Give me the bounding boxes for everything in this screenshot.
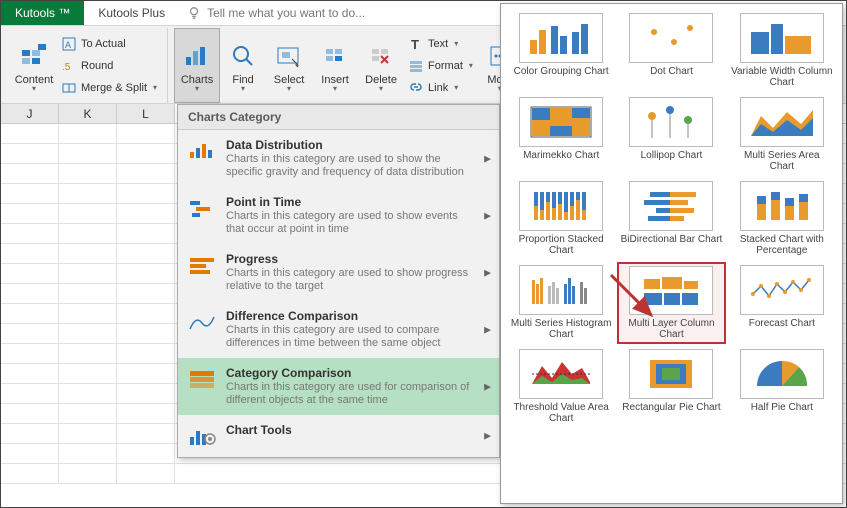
gallery-marimekko[interactable]: Marimekko Chart (507, 94, 615, 176)
col-header[interactable]: L (117, 104, 175, 123)
progress-icon (186, 252, 220, 278)
tab-kutools-plus[interactable]: Kutools Plus (84, 1, 179, 25)
round-button[interactable]: .5Round (57, 57, 161, 75)
lightbulb-icon (187, 6, 201, 20)
text-icon: T (408, 36, 424, 52)
format-button[interactable]: Format▾ (404, 57, 477, 75)
gallery-forecast[interactable]: Forecast Chart (728, 262, 836, 344)
dd-difference-comparison[interactable]: Difference ComparisonCharts in this cate… (178, 301, 499, 358)
svg-text:T: T (411, 37, 419, 51)
gallery-dot-chart[interactable]: Dot Chart (617, 10, 725, 92)
point-in-time-icon (186, 195, 220, 221)
difference-icon (186, 309, 220, 335)
link-icon (408, 80, 424, 96)
dd-point-in-time[interactable]: Point in TimeCharts in this category are… (178, 187, 499, 244)
gallery-threshold-area[interactable]: Threshold Value Area Chart (507, 346, 615, 428)
chart-tools-icon (186, 423, 220, 449)
gallery-multi-series-histogram[interactable]: Multi Series Histogram Chart (507, 262, 615, 344)
find-icon (230, 43, 256, 69)
category-comparison-icon (186, 366, 220, 392)
delete-icon (368, 43, 394, 69)
dd-data-distribution[interactable]: Data DistributionCharts in this category… (178, 130, 499, 187)
select-button[interactable]: Select▾ (266, 28, 312, 103)
link-button[interactable]: Link▾ (404, 79, 477, 97)
delete-button[interactable]: Delete▾ (358, 28, 404, 103)
svg-text:.5: .5 (62, 62, 71, 73)
gallery-multi-series-area[interactable]: Multi Series Area Chart (728, 94, 836, 176)
charts-gallery: Color Grouping Chart Dot Chart Variable … (500, 3, 843, 504)
gallery-multi-layer-column[interactable]: Multi Layer Column Chart (617, 262, 725, 344)
dropdown-header: Charts Category (178, 105, 499, 130)
find-button[interactable]: Find▾ (220, 28, 266, 103)
insert-button[interactable]: Insert▾ (312, 28, 358, 103)
charts-dropdown: Charts Category Data DistributionCharts … (177, 104, 500, 458)
select-icon (276, 43, 302, 69)
chevron-right-icon: ▶ (484, 267, 491, 278)
chevron-right-icon: ▶ (484, 324, 491, 335)
dd-progress[interactable]: ProgressCharts in this category are used… (178, 244, 499, 301)
gallery-half-pie[interactable]: Half Pie Chart (728, 346, 836, 428)
gallery-color-grouping[interactable]: Color Grouping Chart (507, 10, 615, 92)
col-header[interactable]: K (59, 104, 117, 123)
chevron-right-icon: ▶ (484, 210, 491, 221)
gallery-stacked-percentage[interactable]: Stacked Chart with Percentage (728, 178, 836, 260)
charts-button[interactable]: Charts▾ (174, 28, 220, 103)
gallery-variable-width[interactable]: Variable Width Column Chart (728, 10, 836, 92)
insert-icon (322, 43, 348, 69)
format-icon (408, 58, 424, 74)
data-distribution-icon (186, 138, 220, 164)
gallery-rectangular-pie[interactable]: Rectangular Pie Chart (617, 346, 725, 428)
chevron-right-icon: ▶ (484, 153, 491, 164)
gallery-lollipop[interactable]: Lollipop Chart (617, 94, 725, 176)
content-icon (20, 42, 48, 70)
gallery-proportion-stacked[interactable]: Proportion Stacked Chart (507, 178, 615, 260)
merge-split-button[interactable]: Merge & Split▾ (57, 79, 161, 97)
merge-split-icon (61, 80, 77, 96)
charts-icon (184, 43, 210, 69)
dd-chart-tools[interactable]: Chart Tools ▶ (178, 415, 499, 457)
to-actual-icon: A (61, 36, 77, 52)
gallery-bidirectional-bar[interactable]: BiDirectional Bar Chart (617, 178, 725, 260)
col-header[interactable]: J (1, 104, 59, 123)
dd-category-comparison[interactable]: Category ComparisonCharts in this catego… (178, 358, 499, 415)
to-actual-button[interactable]: ATo Actual (57, 35, 161, 53)
content-button[interactable]: Content▾ (11, 28, 57, 103)
round-icon: .5 (61, 58, 77, 74)
text-button[interactable]: TText▾ (404, 35, 477, 53)
svg-text:A: A (65, 40, 71, 50)
chevron-right-icon: ▶ (484, 381, 491, 392)
chevron-right-icon: ▶ (484, 431, 491, 442)
tab-kutools[interactable]: Kutools ™ (1, 1, 84, 25)
